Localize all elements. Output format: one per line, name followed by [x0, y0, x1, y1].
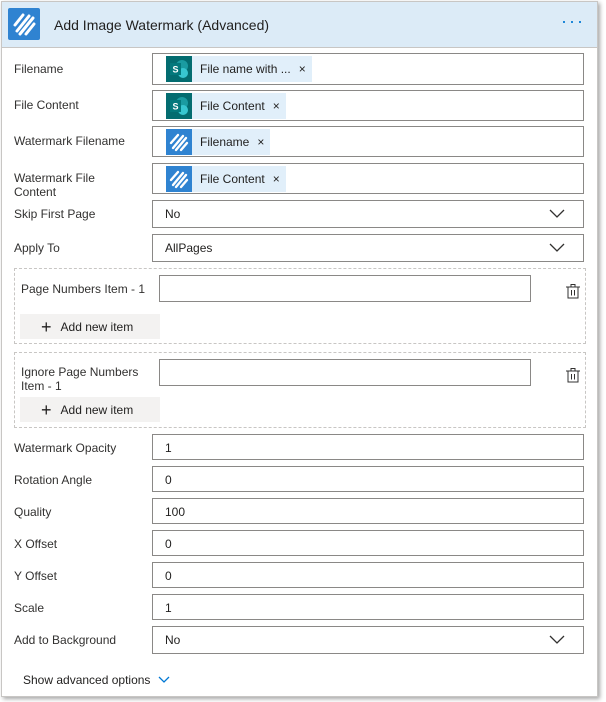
apply-to-dropdown[interactable]: AllPages — [152, 234, 584, 262]
remove-token-icon[interactable]: × — [257, 135, 264, 149]
delete-item-icon[interactable] — [565, 367, 581, 383]
watermark-opacity-label: Watermark Opacity — [14, 441, 117, 455]
add-to-background-label: Add to Background — [14, 633, 117, 647]
skip-first-page-dropdown[interactable]: No — [152, 200, 584, 228]
ignore-page-numbers-item-input[interactable] — [159, 359, 531, 386]
file-content-label: File Content — [14, 98, 79, 112]
chevron-down-icon — [549, 243, 565, 252]
dropdown-value: AllPages — [165, 241, 213, 255]
label-line: Watermark File — [14, 171, 95, 185]
delete-item-icon[interactable] — [565, 283, 581, 299]
scale-label: Scale — [14, 601, 45, 615]
file-content-field[interactable]: S File Content × — [152, 90, 584, 121]
remove-token-icon[interactable]: × — [273, 172, 280, 186]
more-options-icon[interactable]: ··· — [561, 12, 585, 30]
add-new-item-label: Add new item — [60, 402, 134, 417]
ignore-page-numbers-array: Ignore Page Numbers Item - 1 + Add new i… — [14, 352, 586, 428]
y-offset-input[interactable]: 0 — [152, 562, 584, 588]
sharepoint-icon: S — [166, 93, 192, 119]
token-label: Filename — [200, 135, 250, 149]
encodian-icon — [166, 129, 192, 155]
encodian-icon — [166, 166, 192, 192]
add-to-background-dropdown[interactable]: No — [152, 626, 584, 654]
remove-token-icon[interactable]: × — [273, 99, 280, 113]
remove-token-icon[interactable]: × — [299, 62, 306, 76]
token-label: File Content — [200, 99, 265, 113]
label-line: Item - 1 — [21, 379, 62, 393]
input-value: 100 — [165, 505, 186, 519]
plus-icon: + — [41, 399, 52, 420]
watermark-file-content-label: Watermark File Content — [14, 171, 95, 199]
watermark-file-content-field[interactable]: File Content × — [152, 163, 584, 194]
page-numbers-item-input[interactable] — [159, 275, 531, 302]
chevron-down-icon — [158, 676, 170, 683]
filename-label: Filename — [14, 62, 64, 76]
svg-text:S: S — [172, 65, 178, 75]
rotation-angle-label: Rotation Angle — [14, 473, 93, 487]
card-header[interactable]: Add Image Watermark (Advanced) ··· — [2, 2, 597, 48]
input-value: 1 — [165, 441, 172, 455]
skip-first-page-label: Skip First Page — [14, 207, 96, 221]
input-value: 0 — [165, 569, 172, 583]
chevron-down-icon — [549, 635, 565, 644]
dropdown-value: No — [165, 633, 181, 647]
filename-token[interactable]: S File name with ... × — [166, 56, 312, 82]
label-line: Content — [14, 185, 57, 199]
input-value: 1 — [165, 601, 172, 615]
token-label: File name with ... — [200, 62, 291, 76]
scale-input[interactable]: 1 — [152, 594, 584, 620]
add-new-item-button[interactable]: + Add new item — [20, 314, 160, 339]
show-advanced-options-label: Show advanced options — [23, 673, 151, 687]
add-new-item-button[interactable]: + Add new item — [20, 397, 160, 422]
watermark-filename-field[interactable]: Filename × — [152, 126, 584, 157]
y-offset-label: Y Offset — [14, 569, 57, 583]
ignore-page-numbers-item-label: Ignore Page Numbers Item - 1 — [21, 365, 138, 393]
chevron-down-icon — [549, 209, 565, 218]
x-offset-label: X Offset — [14, 537, 58, 551]
action-title: Add Image Watermark (Advanced) — [54, 17, 270, 33]
page-numbers-item-label: Page Numbers Item - 1 — [21, 282, 146, 296]
add-new-item-label: Add new item — [60, 319, 134, 334]
file-content-token[interactable]: S File Content × — [166, 93, 286, 119]
encodian-logo-icon — [8, 8, 40, 40]
rotation-angle-input[interactable]: 0 — [152, 466, 584, 492]
watermark-file-content-token[interactable]: File Content × — [166, 166, 286, 192]
x-offset-input[interactable]: 0 — [152, 530, 584, 556]
page-numbers-array: Page Numbers Item - 1 + Add new item — [14, 268, 586, 344]
input-value: 0 — [165, 537, 172, 551]
watermark-filename-token[interactable]: Filename × — [166, 129, 271, 155]
input-value: 0 — [165, 473, 172, 487]
watermark-opacity-input[interactable]: 1 — [152, 434, 584, 460]
show-advanced-options-link[interactable]: Show advanced options — [23, 673, 170, 687]
watermark-filename-label: Watermark Filename — [14, 134, 125, 148]
label-line: Ignore Page Numbers — [21, 365, 139, 379]
svg-text:S: S — [172, 102, 178, 112]
action-card: Add Image Watermark (Advanced) ··· Filen… — [1, 1, 598, 697]
token-label: File Content — [200, 172, 265, 186]
quality-input[interactable]: 100 — [152, 498, 584, 524]
plus-icon: + — [41, 316, 52, 337]
sharepoint-icon: S — [166, 56, 192, 82]
dropdown-value: No — [165, 207, 181, 221]
apply-to-label: Apply To — [14, 241, 60, 255]
quality-label: Quality — [14, 505, 52, 519]
filename-field[interactable]: S File name with ... × — [152, 53, 584, 85]
